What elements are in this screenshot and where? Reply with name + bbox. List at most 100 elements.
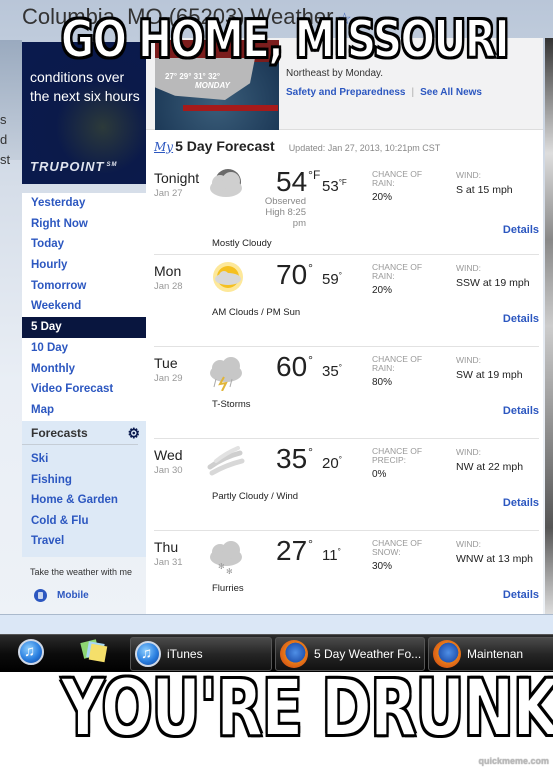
- taskbar-button-weather[interactable]: 5 Day Weather Fo...: [275, 637, 425, 671]
- nav-item-yesterday[interactable]: Yesterday: [22, 193, 146, 214]
- weather-page: s d st Columbia, MO (65203) Weather ☆ con…: [0, 0, 553, 634]
- forecast-nav: Yesterday Right Now Today Hourly Tomorrow Wee…: [22, 193, 146, 421]
- pinned-sticky-notes[interactable]: [80, 639, 108, 667]
- forecasts-item-ski[interactable]: Ski: [22, 449, 146, 470]
- nav-item-today[interactable]: Today: [22, 234, 146, 255]
- day-name: Wed: [154, 447, 183, 463]
- my-logo[interactable]: My: [154, 140, 173, 154]
- chance-value: 20%: [372, 192, 393, 203]
- low-temp: 59°: [322, 271, 342, 288]
- forecasts-item-travel[interactable]: Travel: [22, 531, 146, 552]
- browser-status-bar: [0, 614, 553, 634]
- details-link[interactable]: Details: [503, 589, 539, 601]
- nav-item-hourly[interactable]: Hourly: [22, 255, 146, 276]
- high-temp-value: 60: [276, 351, 308, 382]
- wind-value: S at 15 mph: [456, 184, 513, 196]
- mostly-cloudy-night-icon: [204, 166, 248, 206]
- trupoint-promo[interactable]: conditions over the next six hours TRUPO…: [22, 42, 146, 184]
- nav-item-10-day[interactable]: 10 Day: [22, 338, 146, 359]
- map-time-bar: [183, 105, 278, 111]
- taskbar-button-itunes[interactable]: iTunes: [130, 637, 272, 671]
- details-link[interactable]: Details: [503, 224, 539, 236]
- taskbar-button-label: iTunes: [167, 647, 203, 661]
- nav-item-tomorrow[interactable]: Tomorrow: [22, 276, 146, 297]
- flurries-icon: ✻ ✻: [204, 535, 248, 576]
- nav-item-weekend[interactable]: Weekend: [22, 296, 146, 317]
- details-link[interactable]: Details: [503, 313, 539, 325]
- taskbar-button-maintenance[interactable]: Maintenan: [428, 637, 553, 671]
- pinned-itunes[interactable]: [18, 639, 46, 667]
- details-link[interactable]: Details: [503, 405, 539, 417]
- news-weather-map-image[interactable]: 27° 29° 31° 32° MONDAY: [155, 40, 279, 130]
- chance-value: 30%: [372, 561, 393, 572]
- high-temp-value: 70: [276, 259, 308, 290]
- am-clouds-pm-sun-icon: [204, 259, 248, 299]
- day-name: Thu: [154, 539, 179, 555]
- high-temp-value: 27: [276, 535, 308, 566]
- itunes-icon: [135, 641, 161, 667]
- nav-item-right-now[interactable]: Right Now: [22, 214, 146, 235]
- day-date: Jan 29: [154, 373, 183, 384]
- taskbar-button-label: Maintenan: [467, 647, 524, 661]
- wind-value: NW at 22 mph: [456, 461, 524, 473]
- low-temp-unit: °: [338, 363, 342, 372]
- condition-text: Flurries: [212, 583, 244, 594]
- watermark: quickmeme.com: [478, 756, 549, 766]
- day-name: Tonight: [154, 170, 200, 186]
- low-temp-value: 20: [322, 455, 339, 472]
- forecast-day-row: Thu Jan 31 ✻ ✻ Flurries 27° 11° CHANCE OF…: [154, 530, 539, 622]
- forecasts-item-cold-flu[interactable]: Cold & Flu: [22, 511, 146, 532]
- wind-label: WIND:: [456, 355, 482, 365]
- nav-item-map[interactable]: Map: [22, 400, 146, 421]
- wind-label: WIND:: [456, 263, 482, 273]
- mobile-link-label: Mobile: [57, 590, 89, 601]
- high-temp-value: 35: [276, 443, 308, 474]
- forecast-day-row: Wed Jan 30 Partly Cloudy / Wind 35° 20° …: [154, 438, 539, 530]
- low-temp-value: 53: [322, 178, 339, 195]
- mobile-promo-text: Take the weather with me: [30, 567, 133, 577]
- windows-taskbar: iTunes 5 Day Weather Fo... Maintenan: [0, 634, 553, 672]
- chance-label: CHANCE OF RAIN:: [372, 262, 423, 281]
- nav-item-video-forecast[interactable]: Video Forecast: [22, 379, 146, 400]
- day-name: Mon: [154, 263, 182, 279]
- nav-item-5-day[interactable]: 5 Day: [22, 317, 146, 338]
- chance-label: CHANCE OF RAIN:: [372, 354, 423, 373]
- favorite-star-icon[interactable]: ☆: [337, 11, 351, 28]
- low-temp: 11°: [322, 547, 341, 564]
- low-temp-unit: °: [338, 271, 342, 280]
- nav-item-monthly[interactable]: Monthly: [22, 359, 146, 380]
- condition-text: Mostly Cloudy: [212, 238, 272, 249]
- wind-icon: [204, 443, 248, 483]
- trupoint-brand: TRUPOINT: [30, 159, 105, 174]
- sticky-notes-icon: [80, 639, 110, 665]
- details-link[interactable]: Details: [503, 497, 539, 509]
- high-temp: 70°: [276, 259, 313, 291]
- low-temp: 20°: [322, 455, 342, 472]
- fragment-line: st: [0, 152, 11, 167]
- forecasts-item-fishing[interactable]: Fishing: [22, 470, 146, 491]
- wind-value: SW at 19 mph: [456, 369, 523, 381]
- left-fragment-text: s d st: [0, 110, 10, 170]
- condition-text: AM Clouds / PM Sun: [212, 307, 301, 318]
- gear-icon[interactable]: ⚙: [127, 421, 140, 445]
- mobile-link[interactable]: Mobile: [34, 589, 89, 602]
- forecast-header: My 5 Day Forecast Updated: Jan 27, 2013,…: [154, 138, 440, 154]
- low-temp-value: 11: [322, 547, 338, 564]
- main-content: 27° 29° 31° 32° MONDAY Northeast by Monda…: [146, 38, 543, 614]
- forecast-day-row: Tue Jan 29 T-Storms 60° 35° CHANCE OF RA…: [154, 346, 539, 438]
- high-temp: 60°: [276, 351, 313, 383]
- svg-text:✻: ✻: [218, 562, 225, 571]
- condition-text: T-Storms: [212, 399, 251, 410]
- safety-preparedness-link[interactable]: Safety and Preparedness: [286, 87, 406, 98]
- trupoint-logo: TRUPOINT SM: [30, 159, 117, 174]
- see-all-news-link[interactable]: See All News: [420, 87, 482, 98]
- chance-label: CHANCE OF SNOW:: [372, 538, 423, 557]
- low-temp-value: 59: [322, 271, 339, 288]
- day-date: Jan 30: [154, 465, 183, 476]
- forecasts-item-home-garden[interactable]: Home & Garden: [22, 490, 146, 511]
- high-temp-value: 54: [276, 166, 308, 197]
- service-mark: SM: [106, 161, 118, 168]
- forecasts-heading: Forecasts ⚙: [22, 421, 140, 445]
- day-name: Tue: [154, 355, 178, 371]
- day-date: Jan 28: [154, 281, 183, 292]
